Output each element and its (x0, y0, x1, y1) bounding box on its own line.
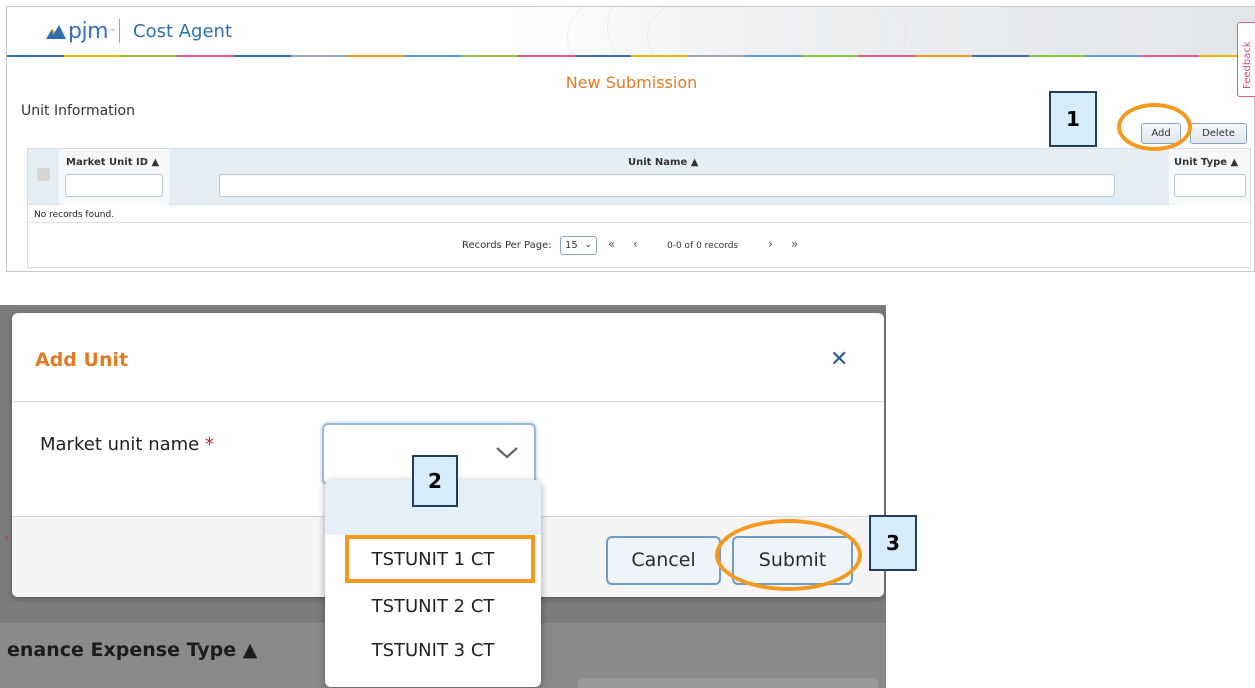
page-info: 0-0 of 0 records (667, 241, 739, 251)
color-bar-segment (744, 55, 802, 57)
divider (28, 222, 1250, 223)
empty-message: No records found. (34, 210, 115, 220)
column-label: Unit Type (1174, 157, 1228, 168)
sort-icon[interactable]: ▲︎ (691, 157, 699, 168)
header-decoration (647, 7, 907, 57)
dropdown-option[interactable]: TSTUNIT 3 CT (325, 628, 541, 674)
unit-name-filter-input[interactable] (219, 174, 1115, 197)
color-bar-segment (177, 55, 235, 57)
color-bar-segment (1028, 55, 1086, 57)
color-bar-segment (688, 55, 745, 57)
app-title: Cost Agent (133, 21, 233, 42)
column-label: Market Unit ID (66, 157, 149, 168)
select-all-checkbox[interactable] (37, 168, 50, 181)
records-per-page-label: Records Per Page: (462, 240, 552, 251)
color-bar-segment (574, 55, 632, 57)
color-bar-segment (972, 55, 1029, 57)
records-per-page-select[interactable]: 15 ⌄ (560, 236, 597, 255)
dropdown-option[interactable]: TSTUNIT 1 CT (325, 537, 541, 583)
sort-icon: ▲︎ (242, 639, 258, 661)
chevron-down-icon: ⌄ (584, 240, 592, 250)
table-header: Market Unit ID ▲︎ Unit Name ▲︎ Unit Type… (28, 149, 1250, 205)
background-column-label: enance Expense Type ▲︎ (7, 639, 258, 661)
app-header: pjm ™ Cost Agent (7, 7, 1255, 57)
color-bar-segment (801, 55, 859, 57)
market-unit-dropdown-list: TSTUNIT 1 CT TSTUNIT 2 CT TSTUNIT 3 CT (325, 480, 541, 687)
background-cell (578, 678, 878, 688)
header-divider (119, 19, 120, 43)
color-bar-segment (631, 55, 689, 57)
step-callout-1: 1 (1049, 91, 1097, 147)
trademark-icon: ™ (109, 28, 117, 36)
step-callout-2: 2 (412, 455, 458, 507)
page-title: New Submission (565, 73, 698, 92)
color-bar-segment (234, 55, 291, 57)
dropdown-option[interactable]: TSTUNIT 2 CT (325, 584, 541, 630)
color-bar-segment (915, 55, 973, 57)
column-header-market-unit-id[interactable]: Market Unit ID ▲︎ (66, 157, 159, 168)
step-callout-3: 3 (869, 515, 917, 571)
color-bar-segment (347, 55, 405, 57)
column-label: Unit Name (628, 157, 688, 168)
color-bar-segment (1085, 55, 1143, 57)
color-bar-segment (120, 55, 178, 57)
market-unit-id-filter-input[interactable] (65, 174, 163, 197)
logo-text: pjm (68, 19, 109, 44)
dialog-title: Add Unit (35, 349, 129, 371)
pjm-logo[interactable]: pjm ™ (45, 21, 116, 43)
submit-button[interactable]: Submit (732, 536, 853, 585)
required-marker: * (204, 434, 214, 455)
header-color-bar (7, 55, 1255, 57)
add-button[interactable]: Add (1141, 123, 1181, 144)
color-bar-segment (63, 55, 121, 57)
cancel-button[interactable]: Cancel (606, 536, 721, 585)
unit-table: Market Unit ID ▲︎ Unit Name ▲︎ Unit Type… (27, 148, 1251, 268)
column-header-unit-type[interactable]: Unit Type ▲︎ (1174, 157, 1238, 168)
first-page-button[interactable]: « (608, 237, 615, 251)
color-bar-segment (461, 55, 518, 57)
previous-page-button[interactable]: ‹ (633, 237, 638, 251)
pjm-logo-mark-icon (45, 23, 67, 41)
background-marker: › (4, 531, 9, 545)
color-bar-segment (404, 55, 462, 57)
pagination: Records Per Page: 15 ⌄ « ‹ 0-0 of 0 reco… (28, 235, 1250, 259)
records-per-page-value: 15 (565, 240, 578, 251)
divider (12, 401, 884, 402)
color-bar-segment (1142, 55, 1200, 57)
sort-icon[interactable]: ▲︎ (152, 157, 160, 168)
color-bar-segment (858, 55, 916, 57)
color-bar-segment (290, 55, 348, 57)
chevron-down-icon (494, 443, 520, 463)
next-page-button[interactable]: › (768, 237, 773, 251)
unit-type-filter-input[interactable] (1174, 174, 1246, 197)
market-unit-name-label: Market unit name * (40, 434, 214, 455)
last-page-button[interactable]: » (791, 237, 798, 251)
delete-button[interactable]: Delete (1190, 123, 1247, 144)
column-header-unit-name[interactable]: Unit Name ▲︎ (628, 157, 698, 168)
close-icon[interactable]: ✕ (830, 349, 848, 371)
color-bar-segment (517, 55, 575, 57)
section-title: Unit Information (21, 103, 135, 119)
color-bar-segment (7, 55, 64, 57)
sort-icon[interactable]: ▲︎ (1231, 157, 1239, 168)
